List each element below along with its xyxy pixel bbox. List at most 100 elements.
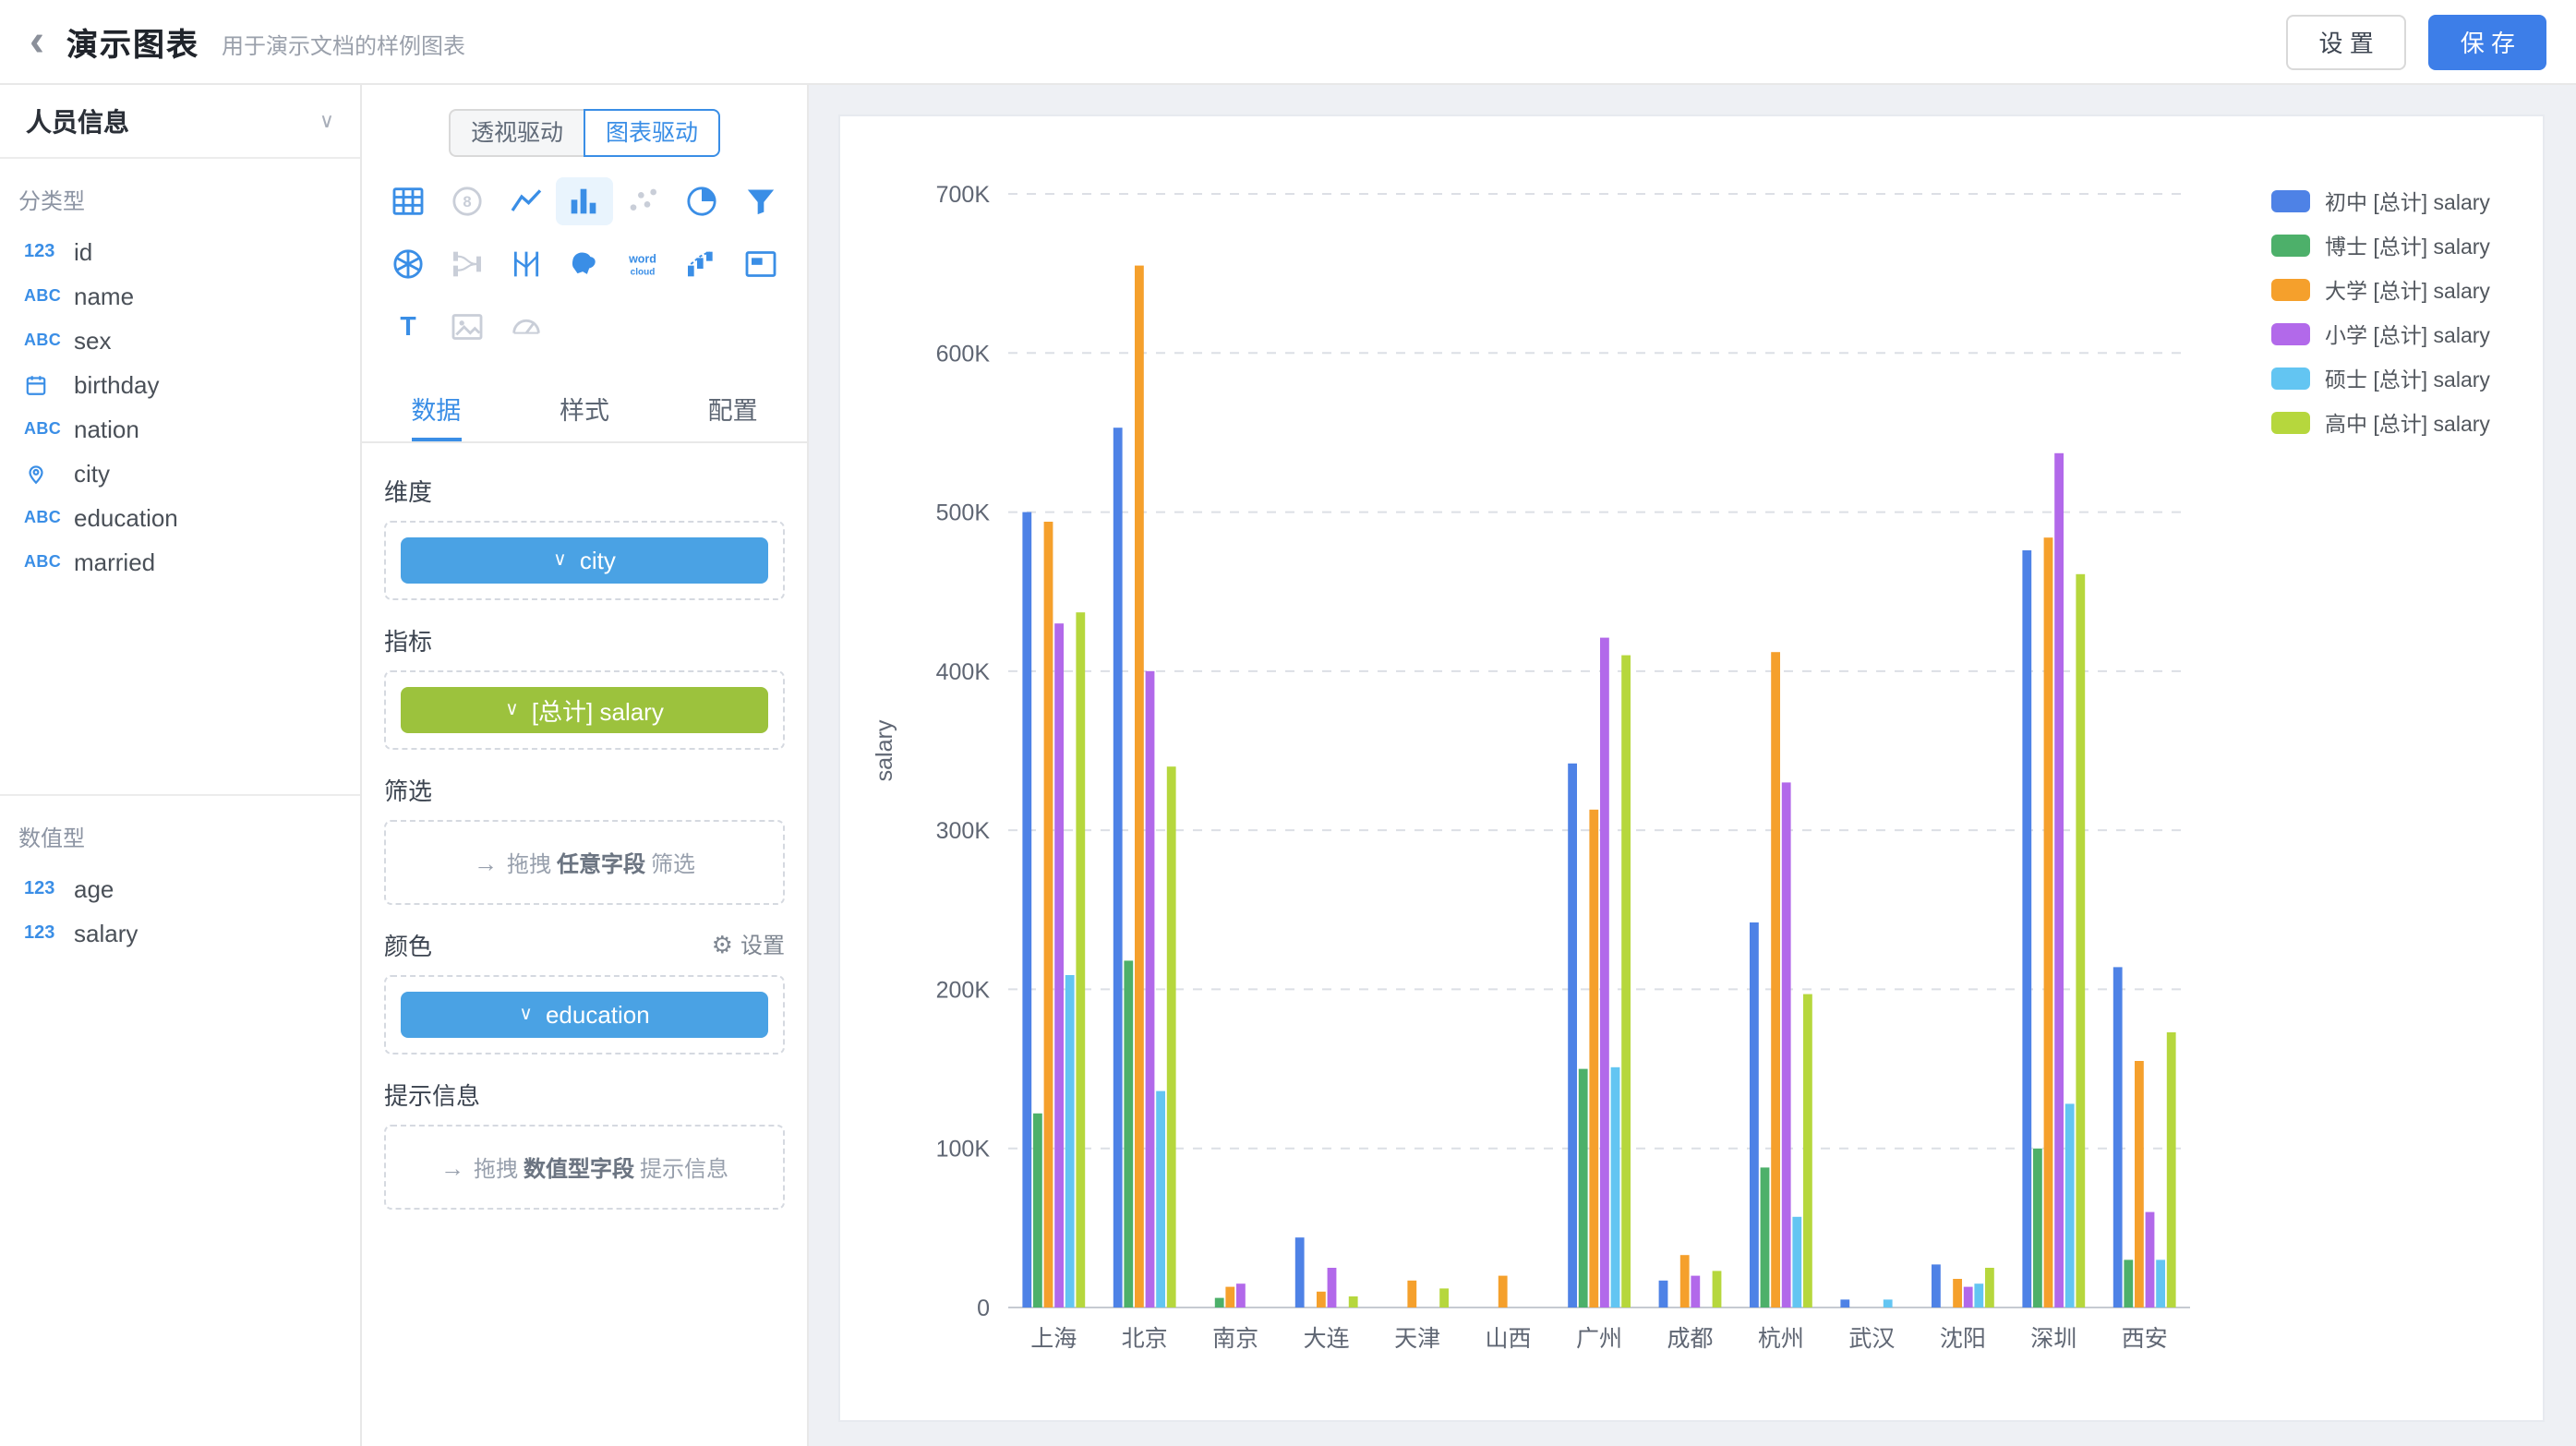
scatter-chart-icon[interactable]	[614, 177, 673, 225]
chevron-down-icon: ∨	[505, 700, 519, 720]
mode-tab-图表驱动[interactable]: 图表驱动	[584, 109, 720, 157]
string-icon: ABC	[24, 331, 74, 349]
svg-text:cloud: cloud	[631, 268, 656, 278]
field-item-sex[interactable]: ABCsex	[0, 318, 360, 362]
bar-chart-icon[interactable]	[555, 177, 614, 225]
svg-text:T: T	[400, 312, 415, 342]
save-button[interactable]: 保 存	[2429, 14, 2546, 69]
config-panel: 透视驱动图表驱动 8wordcloudT 数据样式配置 维度 ∨ city 指标	[362, 85, 809, 1446]
dimension-pill-city[interactable]: ∨ city	[401, 537, 768, 584]
field-name: salary	[74, 919, 138, 946]
svg-text:word: word	[629, 252, 657, 265]
wordcloud-chart-icon[interactable]: word cloud	[614, 240, 673, 288]
field-item-salary[interactable]: 123salary	[0, 910, 360, 955]
svg-text:500K: 500K	[936, 500, 991, 526]
funnel-chart-icon[interactable]	[731, 177, 790, 225]
string-icon: ABC	[24, 508, 74, 526]
tooltip-placeholder: → 拖拽数值型字段提示信息	[440, 1151, 728, 1183]
bar-chart-svg: 0100K200K300K400K500K600K700Ksalary上海北京南…	[842, 120, 2541, 1416]
field-item-id[interactable]: 123id	[0, 229, 360, 273]
iframe-chart-icon[interactable]	[731, 240, 790, 288]
chevron-down-icon: ∨	[553, 550, 567, 571]
sankey-chart-icon[interactable]	[438, 240, 497, 288]
svg-text:600K: 600K	[936, 341, 991, 367]
svg-text:400K: 400K	[936, 659, 991, 685]
svg-text:硕士 [总计] salary: 硕士 [总计] salary	[2325, 368, 2490, 392]
gauge-chart-icon[interactable]	[496, 303, 555, 351]
tooltip-dropzone[interactable]: → 拖拽数值型字段提示信息	[384, 1125, 785, 1210]
metric-dropzone[interactable]: ∨ [总计] salary	[384, 670, 785, 750]
panel-tab-样式[interactable]: 样式	[511, 373, 659, 441]
panel-tab-配置[interactable]: 配置	[658, 373, 807, 441]
parallel-chart-icon[interactable]	[496, 240, 555, 288]
field-sidebar: 人员信息 ∨ 分类型123idABCnameABCsexbirthdayABCn…	[0, 85, 362, 1446]
dimension-pill-label: city	[580, 547, 616, 574]
line-chart-icon[interactable]	[496, 177, 555, 225]
mode-tabs: 透视驱动图表驱动	[362, 109, 807, 157]
field-name: nation	[74, 415, 139, 442]
number-icon: 123	[24, 241, 74, 261]
waterfall-chart-icon[interactable]	[673, 240, 732, 288]
app: ‹ 演示图表 用于演示文档的样例图表 设 置 保 存 人员信息 ∨ 分类型123…	[0, 0, 2576, 1446]
svg-text:大学 [总计] salary: 大学 [总计] salary	[2325, 279, 2490, 303]
dimension-dropzone[interactable]: ∨ city	[384, 521, 785, 600]
metric-pill-salary[interactable]: ∨ [总计] salary	[401, 687, 768, 733]
field-item-married[interactable]: ABCmarried	[0, 539, 360, 584]
panel-tab-数据[interactable]: 数据	[362, 373, 511, 441]
svg-text:8: 8	[463, 193, 471, 211]
pie-chart-icon[interactable]	[673, 177, 732, 225]
svg-text:200K: 200K	[936, 977, 991, 1003]
image-chart-icon[interactable]	[438, 303, 497, 351]
filter-dropzone[interactable]: → 拖拽任意字段筛选	[384, 820, 785, 905]
scorecard-chart-icon[interactable]: 8	[438, 177, 497, 225]
color-pill-education[interactable]: ∨ education	[401, 992, 768, 1038]
chart-type-grid: 8 word cloud T	[362, 177, 807, 351]
field-item-education[interactable]: ABCeducation	[0, 495, 360, 539]
string-icon: ABC	[24, 552, 74, 571]
svg-text:300K: 300K	[936, 818, 991, 844]
text-chart-icon[interactable]: T	[379, 303, 438, 351]
mode-tab-透视驱动[interactable]: 透视驱动	[449, 109, 584, 157]
table-chart-icon[interactable]	[379, 177, 438, 225]
field-item-name[interactable]: ABCname	[0, 273, 360, 318]
field-name: birthday	[74, 370, 160, 398]
field-item-birthday[interactable]: birthday	[0, 362, 360, 406]
field-item-city[interactable]: city	[0, 451, 360, 495]
field-name: age	[74, 874, 114, 902]
chart-legend[interactable]: 初中 [总计] salary 博士 [总计] salary 大学 [总计] sala…	[2271, 190, 2490, 436]
color-dropzone[interactable]: ∨ education	[384, 975, 785, 1054]
map-chart-icon[interactable]	[555, 240, 614, 288]
svg-text:100K: 100K	[936, 1137, 991, 1163]
field-sections: 分类型123idABCnameABCsexbirthdayABCnationci…	[0, 159, 360, 955]
field-name: sex	[74, 326, 111, 354]
header: ‹ 演示图表 用于演示文档的样例图表 设 置 保 存	[0, 0, 2576, 85]
field-item-nation[interactable]: ABCnation	[0, 406, 360, 451]
svg-text:初中 [总计] salary: 初中 [总计] salary	[2325, 190, 2490, 214]
field-section: 数值型123age123salary	[0, 794, 360, 955]
svg-text:salary: salary	[872, 719, 897, 781]
svg-text:博士 [总计] salary: 博士 [总计] salary	[2325, 235, 2490, 259]
color-pill-label: education	[546, 1001, 650, 1029]
field-item-age[interactable]: 123age	[0, 866, 360, 910]
gear-icon: ⚙	[712, 933, 733, 957]
svg-text:深圳: 深圳	[2030, 1326, 2076, 1352]
color-settings-button[interactable]: ⚙ 设置	[712, 929, 785, 960]
svg-text:0: 0	[977, 1295, 990, 1321]
drag-arrow-icon: →	[440, 1153, 464, 1181]
svg-text:西安: 西安	[2122, 1326, 2168, 1352]
settings-button[interactable]: 设 置	[2286, 14, 2407, 69]
field-section-title: 分类型	[0, 174, 360, 229]
string-icon: ABC	[24, 419, 74, 438]
source-selector[interactable]: 人员信息 ∨	[0, 85, 360, 159]
bars: 上海北京南京大连天津山西广州成都杭州武汉沈阳深圳西安	[1022, 266, 2175, 1352]
radar-chart-icon[interactable]	[379, 240, 438, 288]
svg-text:武汉: 武汉	[1848, 1326, 1895, 1352]
svg-text:700K: 700K	[936, 182, 991, 208]
calendar-icon	[24, 372, 74, 396]
source-name: 人员信息	[26, 102, 129, 139]
svg-text:成都: 成都	[1667, 1326, 1713, 1352]
back-button[interactable]: ‹	[30, 19, 44, 64]
page-subtitle: 用于演示文档的样例图表	[222, 29, 465, 60]
field-section: 分类型123idABCnameABCsexbirthdayABCnationci…	[0, 159, 360, 783]
svg-text:南京: 南京	[1212, 1326, 1258, 1352]
